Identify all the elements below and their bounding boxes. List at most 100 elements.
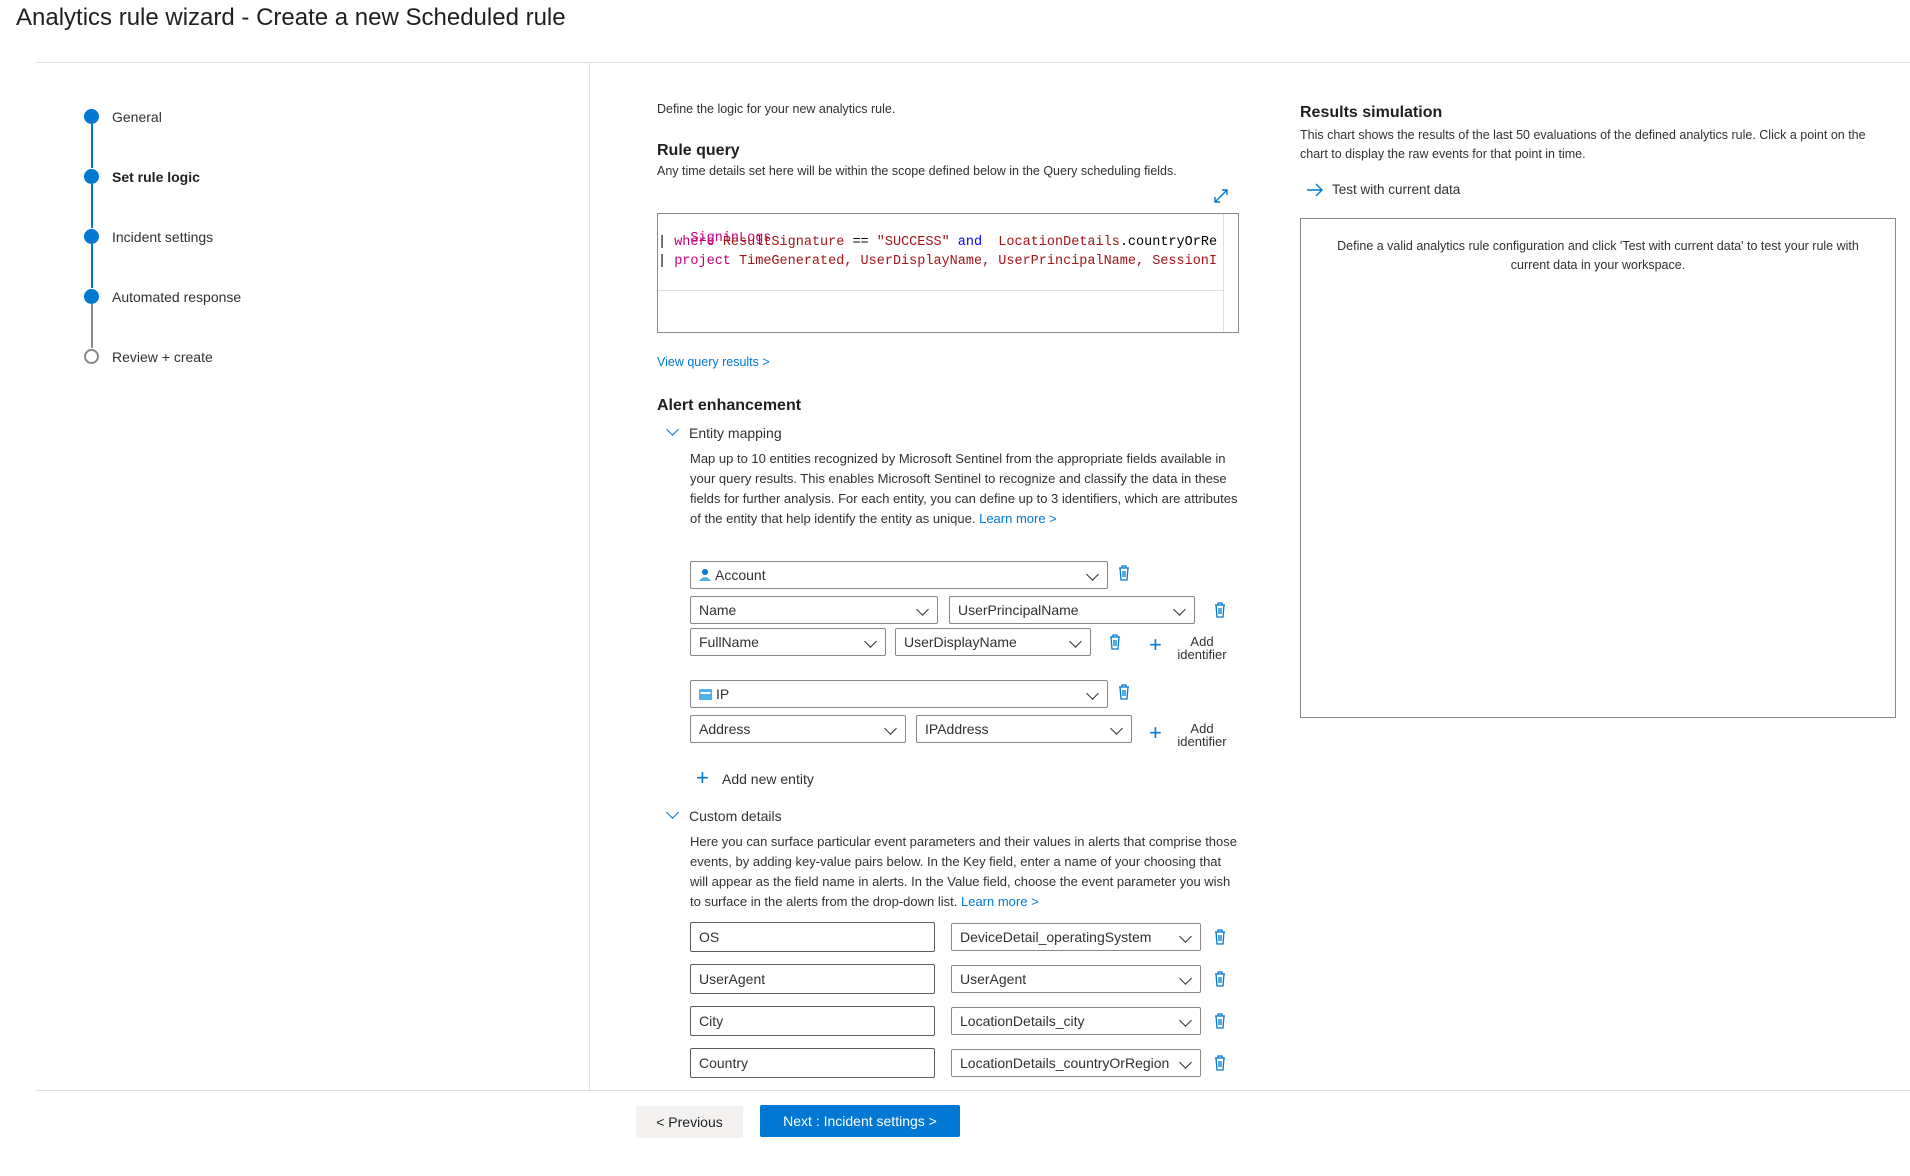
logic-intro: Define the logic for your new analytics …: [657, 102, 896, 116]
add-identifier-line2: identifier: [1177, 734, 1227, 749]
editor-scrollbar[interactable]: [1223, 214, 1224, 332]
chevron-down-icon: [884, 722, 897, 735]
query-line-2: | where ResultSignature == "SUCCESS" and…: [658, 235, 1217, 250]
chevron-down-icon: [1179, 972, 1192, 985]
step-label: Incident settings: [112, 228, 214, 245]
query-token: |: [658, 254, 675, 269]
query-editor[interactable]: SigninLogs | where ResultSignature == "S…: [657, 213, 1239, 333]
step-complete-icon: [84, 289, 99, 304]
chevron-down-icon[interactable]: [666, 806, 679, 819]
query-token: ResultSignature: [722, 235, 845, 250]
step-automated-response[interactable]: Automated response: [84, 289, 241, 305]
expand-icon[interactable]: [1213, 188, 1229, 204]
custom-detail-key-input[interactable]: City: [690, 1006, 935, 1036]
delete-custom-detail-icon[interactable]: [1214, 971, 1226, 987]
results-chart-area[interactable]: Define a valid analytics rule configurat…: [1300, 218, 1896, 718]
rule-query-description: Any time details set here will be within…: [657, 164, 1177, 178]
step-review-create[interactable]: Review + create: [84, 349, 213, 365]
step-connector: [91, 124, 93, 168]
add-identifier-label: Add identifier: [1172, 722, 1232, 748]
chevron-down-icon: [1179, 1014, 1192, 1027]
query-token: ==: [844, 235, 877, 250]
identifier-value: Name: [699, 602, 737, 618]
custom-detail-value: DeviceDetail_operatingSystem: [960, 929, 1152, 945]
results-placeholder-message: Define a valid analytics rule configurat…: [1337, 239, 1859, 272]
description-text: Map up to 10 entities recognized by Micr…: [690, 451, 1238, 526]
column-divider: [589, 63, 590, 1090]
query-token: "SUCCESS": [876, 235, 950, 250]
custom-details-description: Here you can surface particular event pa…: [690, 832, 1238, 912]
delete-identifier-icon[interactable]: [1214, 602, 1226, 618]
alert-enhancement-title: Alert enhancement: [657, 397, 802, 414]
step-set-rule-logic[interactable]: Set rule logic: [84, 169, 200, 185]
rule-query-title: Rule query: [657, 142, 740, 159]
query-token: where: [674, 235, 715, 250]
custom-details-toggle[interactable]: Custom details: [689, 808, 782, 824]
entity-mapping-toggle[interactable]: Entity mapping: [689, 425, 782, 441]
step-current-icon: [84, 169, 99, 184]
custom-detail-value-select[interactable]: DeviceDetail_operatingSystem: [951, 923, 1201, 951]
add-identifier-label: Add identifier: [1172, 635, 1232, 661]
step-complete-icon: [84, 109, 99, 124]
delete-entity-icon[interactable]: [1118, 684, 1130, 700]
view-query-results-link[interactable]: View query results >: [657, 355, 770, 369]
delete-entity-icon[interactable]: [1118, 565, 1130, 581]
column-value: UserDisplayName: [904, 634, 1017, 650]
step-general[interactable]: General: [84, 109, 162, 125]
step-label: Automated response: [112, 288, 242, 305]
editor-divider: [658, 290, 1224, 291]
delete-identifier-icon[interactable]: [1109, 634, 1121, 650]
step-incident-settings[interactable]: Incident settings: [84, 229, 213, 245]
delete-custom-detail-icon[interactable]: [1214, 1055, 1226, 1071]
add-identifier-line2: identifier: [1177, 647, 1227, 662]
query-token: TimeGenerated, UserDisplayName, UserPrin…: [730, 254, 1218, 269]
identifier-select[interactable]: Address: [690, 715, 906, 743]
column-value: UserPrincipalName: [958, 602, 1079, 618]
entity-type-select[interactable]: Account: [690, 561, 1108, 589]
account-icon: [699, 569, 711, 581]
results-simulation-title: Results simulation: [1300, 104, 1443, 121]
custom-detail-value-select[interactable]: LocationDetails_city: [951, 1007, 1201, 1035]
learn-more-link[interactable]: Learn more >: [979, 511, 1057, 526]
identifier-value: FullName: [699, 634, 759, 650]
chevron-down-icon: [916, 603, 929, 616]
query-token: .countryOrRe: [1119, 235, 1218, 250]
test-with-current-data-button[interactable]: Test with current data: [1306, 182, 1460, 197]
delete-custom-detail-icon[interactable]: [1214, 1013, 1226, 1029]
query-token: and: [949, 235, 991, 250]
column-select[interactable]: UserPrincipalName: [949, 596, 1195, 624]
chevron-down-icon[interactable]: [666, 423, 679, 436]
custom-detail-value-select[interactable]: UserAgent: [951, 965, 1201, 993]
learn-more-link[interactable]: Learn more >: [961, 894, 1039, 909]
entity-type-select[interactable]: IP: [690, 680, 1108, 708]
entity-type-value: IP: [716, 686, 730, 702]
step-pending-icon: [84, 349, 99, 364]
identifier-select[interactable]: FullName: [690, 628, 886, 656]
query-token: |: [658, 235, 675, 250]
identifier-select[interactable]: Name: [690, 596, 938, 624]
column-select[interactable]: UserDisplayName: [895, 628, 1091, 656]
delete-custom-detail-icon[interactable]: [1214, 929, 1226, 945]
footer-divider: [36, 1090, 1910, 1091]
arrow-right-icon: [1307, 183, 1323, 196]
chevron-down-icon: [1086, 568, 1099, 581]
custom-detail-key-input[interactable]: Country: [690, 1048, 935, 1078]
column-select[interactable]: IPAddress: [916, 715, 1132, 743]
custom-detail-key-input[interactable]: UserAgent: [690, 964, 935, 994]
chevron-down-icon: [1069, 635, 1082, 648]
identifier-value: Address: [699, 721, 751, 737]
custom-detail-value-select[interactable]: LocationDetails_countryOrRegion: [951, 1049, 1201, 1077]
add-new-entity-label: Add new entity: [722, 771, 814, 787]
plus-icon: +: [696, 765, 709, 790]
custom-detail-value: UserAgent: [960, 971, 1027, 987]
custom-detail-key-input[interactable]: OS: [690, 922, 935, 952]
step-connector: [91, 184, 93, 228]
test-button-label: Test with current data: [1332, 182, 1461, 197]
previous-button[interactable]: < Previous: [636, 1106, 743, 1138]
plus-icon: +: [1149, 632, 1162, 657]
entity-type-value: Account: [715, 567, 766, 583]
chevron-down-icon: [1110, 722, 1123, 735]
custom-detail-value: LocationDetails_countryOrRegion: [960, 1055, 1170, 1071]
next-button[interactable]: Next : Incident settings >: [760, 1105, 960, 1137]
plus-icon: +: [1149, 720, 1162, 745]
